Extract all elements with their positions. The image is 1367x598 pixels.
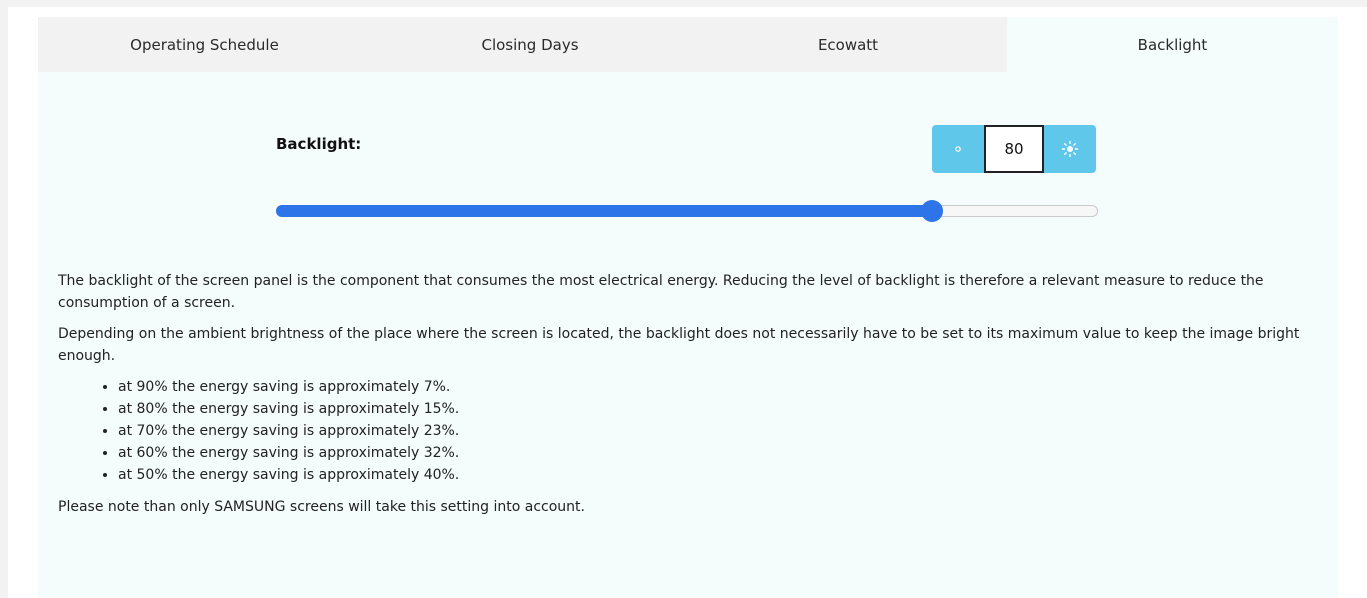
list-item: at 50% the energy saving is approximatel… bbox=[118, 464, 1323, 486]
backlight-panel: Backlight: 80 The backlight of the scree… bbox=[38, 72, 1338, 598]
list-item: at 80% the energy saving is approximatel… bbox=[118, 398, 1323, 420]
list-item: at 70% the energy saving is approximatel… bbox=[118, 420, 1323, 442]
sun-small-icon bbox=[951, 142, 965, 156]
tab-closing-days[interactable]: Closing Days bbox=[371, 17, 689, 72]
list-item: at 90% the energy saving is approximatel… bbox=[118, 376, 1323, 398]
slider-fill bbox=[276, 205, 932, 217]
list-item: at 60% the energy saving is approximatel… bbox=[118, 442, 1323, 464]
slider-thumb[interactable] bbox=[921, 200, 943, 222]
page: Operating Schedule Closing Days Ecowatt … bbox=[0, 0, 1367, 598]
description-paragraph-1: The backlight of the screen panel is the… bbox=[58, 273, 1264, 311]
description-paragraph-2: Depending on the ambient brightness of t… bbox=[58, 326, 1300, 364]
backlight-value-field[interactable]: 80 bbox=[984, 125, 1044, 173]
tab-bar: Operating Schedule Closing Days Ecowatt … bbox=[38, 17, 1338, 72]
tab-backlight[interactable]: Backlight bbox=[1007, 17, 1338, 72]
backlight-label: Backlight: bbox=[276, 135, 362, 153]
energy-savings-list: at 90% the energy saving is approximatel… bbox=[58, 376, 1323, 486]
tab-ecowatt[interactable]: Ecowatt bbox=[689, 17, 1007, 72]
increase-backlight-button[interactable] bbox=[1044, 125, 1096, 173]
backlight-description: The backlight of the screen panel is the… bbox=[58, 270, 1323, 527]
sun-large-icon bbox=[1061, 140, 1079, 158]
backlight-stepper: 80 bbox=[932, 125, 1096, 173]
backlight-slider[interactable] bbox=[276, 200, 1098, 222]
decrease-backlight-button[interactable] bbox=[932, 125, 984, 173]
tab-operating-schedule[interactable]: Operating Schedule bbox=[38, 17, 371, 72]
samsung-note: Please note than only SAMSUNG screens wi… bbox=[58, 499, 585, 515]
